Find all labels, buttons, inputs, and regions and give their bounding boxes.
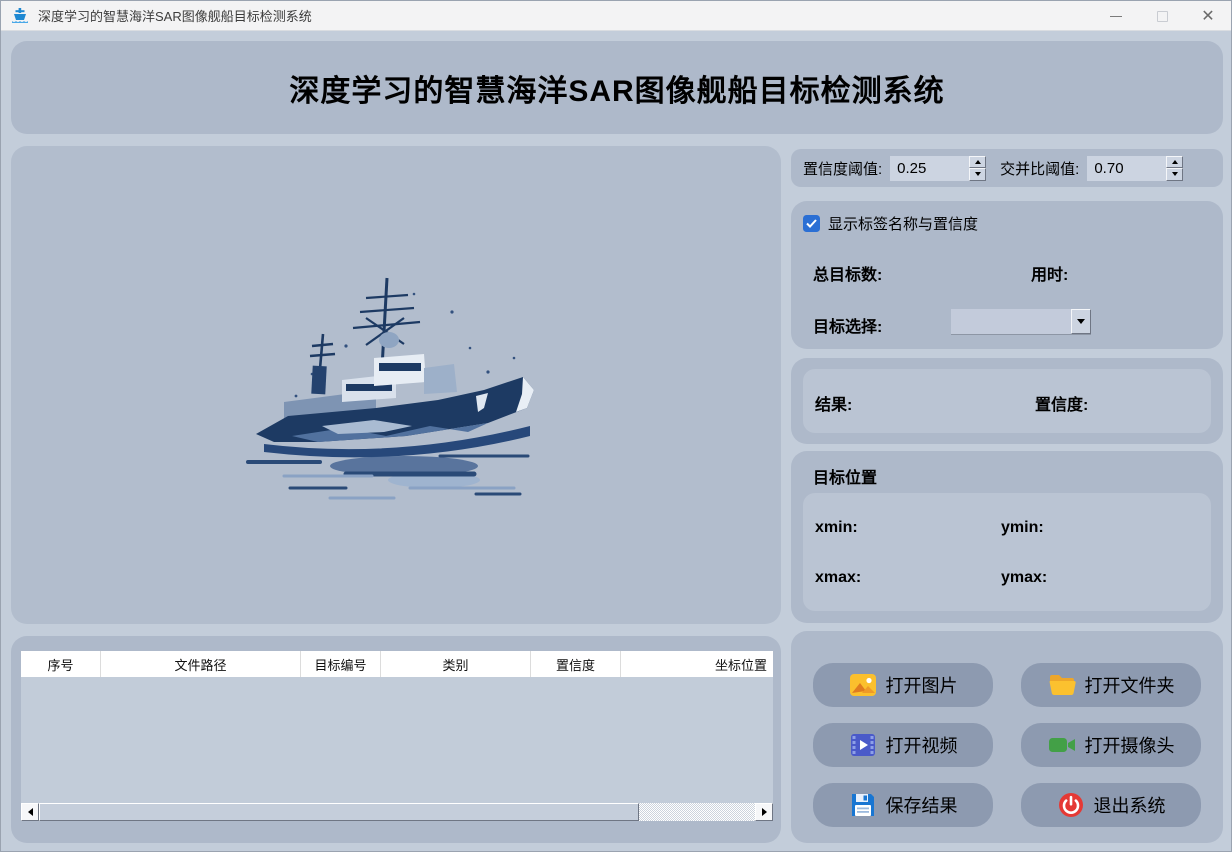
results-inner-box: 结果: 置信度: [803,369,1211,433]
video-icon [849,731,877,759]
target-select-label: 目标选择: [813,313,882,337]
scroll-right-button[interactable] [755,803,773,821]
button-label: 打开视频 [886,732,958,758]
target-position-title: 目标位置 [813,464,877,488]
xmax-label: xmax: [815,569,861,587]
button-label: 保存结果 [886,792,958,818]
folder-icon [1048,671,1076,699]
col-index: 序号 [21,651,101,677]
save-results-button[interactable]: 保存结果 [813,783,993,827]
detection-control-panel: 显示标签名称与置信度 总目标数: 用时: 目标选择: [791,201,1223,349]
header-panel: 深度学习的智慧海洋SAR图像舰船目标检测系统 [11,41,1223,134]
confidence-threshold-spinbox[interactable]: 0.25 [890,156,986,181]
title-bar: 深度学习的智慧海洋SAR图像舰船目标检测系统 ✕ [1,1,1231,31]
target-position-panel: 目标位置 xmin: ymin: xmax: ymax: [791,451,1223,623]
horizontal-scrollbar[interactable] [21,803,773,821]
button-label: 打开摄像头 [1085,732,1175,758]
open-camera-button[interactable]: 打开摄像头 [1021,723,1201,767]
chevron-down-icon [1077,319,1085,324]
col-category: 类别 [381,651,531,677]
xmin-label: xmin: [815,519,858,537]
maximize-button[interactable] [1139,1,1185,31]
results-panel: 结果: 置信度: [791,358,1223,444]
show-labels-checkbox[interactable] [803,215,820,232]
camera-icon [1048,731,1076,759]
exit-system-button[interactable]: 退出系统 [1021,783,1201,827]
iou-threshold-label: 交并比阈值: [1000,158,1079,179]
col-confidence: 置信度 [531,651,621,677]
image-display-area[interactable] [11,146,781,624]
iou-threshold-spinbox[interactable]: 0.70 [1087,156,1183,181]
total-targets-label: 总目标数: [813,261,882,285]
scrollbar-thumb[interactable] [39,803,639,821]
actions-panel: 打开图片 打开文件夹 打开视频 [791,631,1223,843]
confidence-threshold-value[interactable]: 0.25 [890,160,969,177]
ymin-label: ymin: [1001,519,1044,537]
show-labels-checkbox-row[interactable]: 显示标签名称与置信度 [803,213,978,234]
scroll-left-button[interactable] [21,803,39,821]
arrow-right-icon [762,808,767,816]
app-window: 深度学习的智慧海洋SAR图像舰船目标检测系统 ✕ 深度学习的智慧海洋SAR图像舰… [0,0,1232,852]
confidence-spin-up-button[interactable] [969,156,986,169]
open-video-button[interactable]: 打开视频 [813,723,993,767]
button-label: 退出系统 [1094,792,1166,818]
table-body[interactable] [21,677,773,803]
open-folder-button[interactable]: 打开文件夹 [1021,663,1201,707]
result-label: 结果: [815,391,852,415]
col-file-path: 文件路径 [101,651,301,677]
save-icon [849,791,877,819]
confidence-threshold-label: 置信度阈值: [803,158,882,179]
target-select-value [951,309,1071,334]
target-position-inner-box: xmin: ymin: xmax: ymax: [803,493,1211,611]
time-used-label: 用时: [1031,261,1068,285]
result-confidence-label: 置信度: [1035,391,1088,415]
button-label: 打开图片 [886,672,958,698]
app-ship-icon [10,6,30,26]
ship-illustration [226,250,566,520]
results-table[interactable]: 序号 文件路径 目标编号 类别 置信度 坐标位置 [21,651,773,803]
results-table-panel: 序号 文件路径 目标编号 类别 置信度 坐标位置 [11,636,781,843]
open-image-button[interactable]: 打开图片 [813,663,993,707]
image-icon [849,671,877,699]
scrollbar-track[interactable] [639,803,755,821]
threshold-panel: 置信度阈值: 0.25 交并比阈值: 0.70 [791,149,1223,187]
col-coordinates: 坐标位置 [621,651,773,677]
iou-threshold-value[interactable]: 0.70 [1087,160,1166,177]
arrow-left-icon [28,808,33,816]
dropdown-arrow-button[interactable] [1071,309,1091,334]
minimize-button[interactable] [1093,1,1139,31]
iou-spin-down-button[interactable] [1166,168,1183,181]
target-select-dropdown[interactable] [951,309,1091,335]
confidence-spin-down-button[interactable] [969,168,986,181]
window-title: 深度学习的智慧海洋SAR图像舰船目标检测系统 [38,6,312,25]
page-title: 深度学习的智慧海洋SAR图像舰船目标检测系统 [289,66,944,110]
button-label: 打开文件夹 [1085,672,1175,698]
col-target-id: 目标编号 [301,651,381,677]
iou-spin-up-button[interactable] [1166,156,1183,169]
close-button[interactable]: ✕ [1185,1,1231,31]
ymax-label: ymax: [1001,569,1047,587]
power-icon [1057,791,1085,819]
table-header-row: 序号 文件路径 目标编号 类别 置信度 坐标位置 [21,651,773,677]
check-icon [806,219,817,228]
show-labels-checkbox-label: 显示标签名称与置信度 [828,213,978,234]
